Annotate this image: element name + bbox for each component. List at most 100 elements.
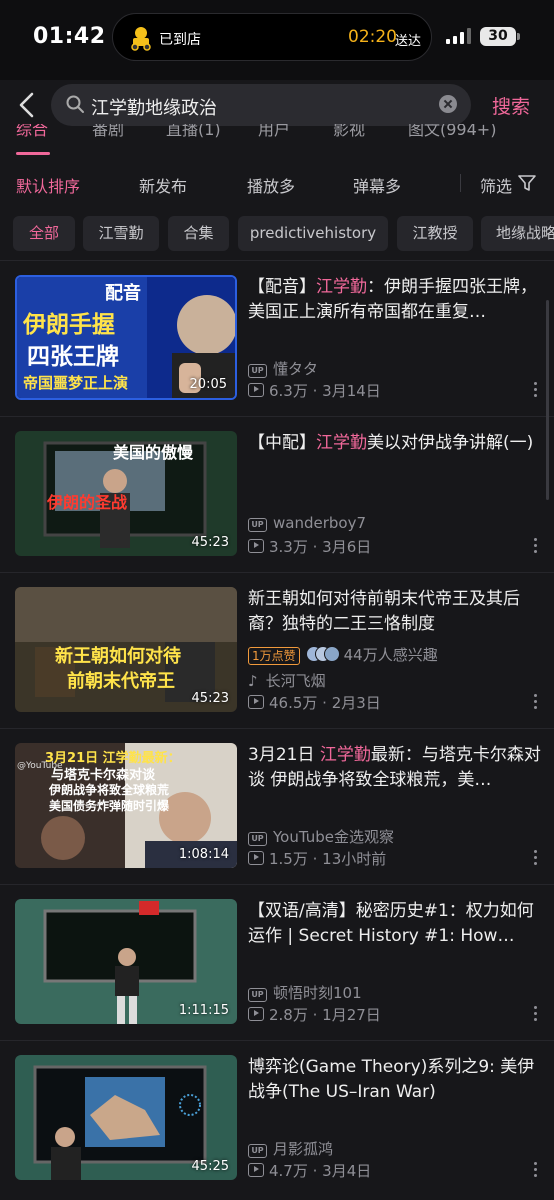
filter-button[interactable]: 筛选 (480, 173, 512, 197)
tab-active-indicator (16, 152, 50, 155)
sort-most-danmaku[interactable]: 弹幕多 (353, 173, 401, 197)
up-badge-icon: UP (248, 988, 267, 1002)
more-options-icon[interactable] (532, 1006, 538, 1026)
filter-funnel-icon[interactable] (518, 174, 536, 192)
more-options-icon[interactable] (532, 694, 538, 714)
keyword-chips: 全部 江雪勤 合集 predictivehistory 江教授 地缘战略 (0, 216, 554, 252)
chip-jiang-xueqin-alt[interactable]: 江雪勤 (83, 216, 159, 251)
sort-newest[interactable]: 新发布 (139, 173, 187, 197)
video-title[interactable]: 【中配】江学勤美以对伊战争讲解(一) (248, 431, 542, 456)
video-thumbnail[interactable]: 美国的傲慢 伊朗的圣战 45:23 (15, 431, 237, 556)
thumb-caption-line2: 四张王牌 (27, 344, 119, 370)
popularity-row: 1万点赞 44万人感兴趣 (248, 644, 438, 665)
likes-badge: 1万点赞 (248, 647, 300, 665)
thumb-caption-line1: 伊朗手握 (23, 312, 115, 338)
sort-most-played[interactable]: 播放多 (247, 173, 295, 197)
video-title[interactable]: 【双语/高清】秘密历史#1：权力如何运作 | Secret History #1… (248, 899, 542, 949)
play-count-icon (248, 1163, 264, 1177)
video-uploader[interactable]: UP 月影孤鸿 (248, 1138, 333, 1159)
more-options-icon[interactable] (532, 538, 538, 558)
video-uploader[interactable]: UP YouTube金选观察 (248, 826, 394, 847)
video-card[interactable]: 新王朝如何对待 前朝末代帝王 45:23 新王朝如何对待前朝末代帝王及其后裔？独… (0, 572, 554, 727)
chip-predictivehistory[interactable]: predictivehistory (238, 216, 388, 251)
video-stats: 1.5万 · 13小时前 (248, 848, 386, 869)
thumb-caption-line3: 伊朗战争将致全球粮荒 (49, 783, 170, 797)
chip-all[interactable]: 全部 (13, 216, 75, 251)
video-card[interactable]: 3月21日 江学勤最新： 与塔克卡尔森对谈 伊朗战争将致全球粮荒 美国债务炸弹随… (0, 728, 554, 883)
delivery-rider-icon (131, 27, 151, 51)
video-duration: 1:11:15 (178, 1003, 229, 1018)
clear-icon[interactable] (439, 95, 457, 113)
sort-default[interactable]: 默认排序 (16, 173, 80, 197)
tab-all[interactable]: 综合 (16, 124, 48, 140)
video-card[interactable]: 45:25 博弈论(Game Theory)系列之9: 美伊战争(The US–… (0, 1040, 554, 1195)
video-card[interactable]: 美国的傲慢 伊朗的圣战 45:23 【中配】江学勤美以对伊战争讲解(一) UP w… (0, 416, 554, 571)
video-stats: 3.3万 · 3月6日 (248, 536, 371, 557)
tab-live[interactable]: 直播(1) (166, 124, 221, 140)
search-bar-row: 江学勤地缘政治 搜索 (0, 80, 554, 130)
video-thumbnail[interactable]: 新王朝如何对待 前朝末代帝王 45:23 (15, 587, 237, 712)
video-stats: 6.3万 · 3月14日 (248, 380, 381, 401)
chip-collection[interactable]: 合集 (168, 216, 229, 251)
thumb-caption-line4: 美国债务炸弹随时引爆 (49, 799, 170, 813)
island-eta-time: 02:20 (348, 27, 397, 47)
search-input[interactable]: 江学勤地缘政治 (51, 84, 471, 126)
search-icon (66, 95, 84, 113)
more-options-icon[interactable] (532, 382, 538, 402)
more-options-icon[interactable] (532, 1162, 538, 1182)
chip-geostrategy[interactable]: 地缘战略 (481, 216, 554, 251)
chip-professor-jiang[interactable]: 江教授 (397, 216, 473, 251)
play-count-icon (248, 539, 264, 553)
video-thumbnail[interactable]: 配音 伊朗手握 四张王牌 帝国噩梦正上演 20:05 (15, 275, 237, 400)
video-title[interactable]: 新王朝如何对待前朝末代帝王及其后裔？独特的二王三恪制度 (248, 587, 542, 637)
video-uploader[interactable]: UP 懂タタ (248, 358, 318, 379)
search-results-list: 配音 伊朗手握 四张王牌 帝国噩梦正上演 20:05 【配音】江学勤：伊朗手握四… (0, 260, 554, 1200)
back-arrow-icon[interactable] (14, 90, 40, 120)
tab-users[interactable]: 用户 (258, 124, 290, 140)
scrollbar[interactable] (546, 300, 549, 500)
thumb-watermark: @YouTube (17, 761, 63, 771)
island-eta-label: 送达 (394, 34, 421, 49)
thumb-caption-line2: 前朝末代帝王 (67, 671, 175, 692)
thumb-caption-line2: 伊朗的圣战 (47, 493, 128, 512)
sort-divider (460, 174, 461, 192)
video-title[interactable]: 3月21日 江学勤最新：与塔克卡尔森对谈 伊朗战争将致全球粮荒，美… (248, 743, 542, 793)
sort-bar: 默认排序 新发布 播放多 弹幕多 筛选 (0, 160, 554, 206)
dynamic-island[interactable]: 已到店 02:20 送达 (112, 13, 432, 61)
more-options-icon[interactable] (532, 850, 538, 870)
thumb-caption-dub: 配音 (105, 283, 141, 304)
video-uploader[interactable]: UP wanderboy7 (248, 514, 366, 532)
video-thumbnail[interactable]: 1:11:15 (15, 899, 237, 1024)
tab-articles[interactable]: 图文(994+) (408, 124, 496, 140)
video-card[interactable]: 1:11:15 【双语/高清】秘密历史#1：权力如何运作 | Secret Hi… (0, 884, 554, 1039)
video-duration: 45:23 (191, 691, 229, 706)
up-badge-icon: UP (248, 832, 267, 846)
play-count-icon (248, 383, 264, 397)
battery-tip (517, 33, 520, 40)
thumb-caption-line3: 帝国噩梦正上演 (23, 374, 129, 392)
video-title[interactable]: 【配音】江学勤：伊朗手握四张王牌，美国正上演所有帝国都在重复… (248, 275, 542, 325)
video-stats: 4.7万 · 3月4日 (248, 1160, 371, 1181)
video-title[interactable]: 博弈论(Game Theory)系列之9: 美伊战争(The US–Iran W… (248, 1055, 542, 1105)
video-uploader[interactable]: UP 顿悟时刻101 (248, 982, 362, 1003)
thumb-caption-line1: 新王朝如何对待 (55, 646, 181, 667)
status-bar: 01:42 已到店 02:20 送达 30 (0, 0, 554, 80)
tab-bangumi[interactable]: 番剧 (92, 124, 124, 140)
uploader-leaf-icon: ♪ (248, 672, 258, 690)
search-query[interactable]: 江学勤地缘政治 (91, 94, 217, 120)
video-card[interactable]: 配音 伊朗手握 四张王牌 帝国噩梦正上演 20:05 【配音】江学勤：伊朗手握四… (0, 260, 554, 415)
search-button[interactable]: 搜索 (492, 92, 530, 119)
video-thumbnail[interactable]: 45:25 (15, 1055, 237, 1180)
battery-icon: 30 (480, 27, 516, 46)
interest-avatars-icon (305, 646, 340, 662)
tab-movies[interactable]: 影视 (333, 124, 365, 140)
video-duration: 20:05 (189, 377, 227, 392)
result-type-tabs: 综合 番剧 直播(1) 用户 影视 图文(994+) (0, 124, 554, 158)
video-duration: 45:23 (191, 535, 229, 550)
play-count-icon (248, 695, 264, 709)
status-time: 01:42 (33, 24, 106, 49)
video-thumbnail[interactable]: 3月21日 江学勤最新： 与塔克卡尔森对谈 伊朗战争将致全球粮荒 美国债务炸弹随… (15, 743, 237, 868)
up-badge-icon: UP (248, 364, 267, 378)
video-uploader[interactable]: ♪ 长河飞烟 (248, 670, 326, 691)
video-duration: 1:08:14 (178, 847, 229, 862)
